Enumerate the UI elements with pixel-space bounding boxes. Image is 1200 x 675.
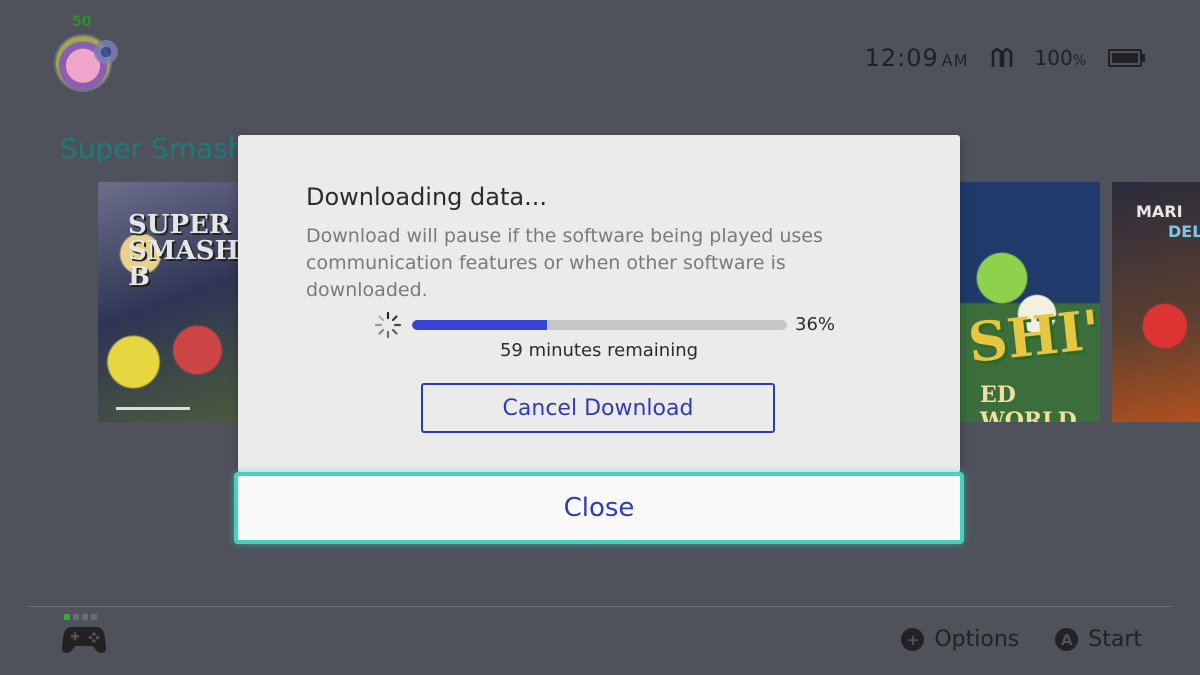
controller-icon xyxy=(62,627,106,653)
clock-ampm: AM xyxy=(941,51,969,70)
status-bar: 12:09 AM 100% xyxy=(865,44,1145,72)
tile-logo-line1: MARI xyxy=(1136,202,1183,221)
loading-spinner-icon xyxy=(374,311,402,339)
hint-options-label: Options xyxy=(934,627,1020,652)
notification-dot xyxy=(94,40,118,64)
progress-percent: 36% xyxy=(795,314,836,335)
player-indicator xyxy=(64,614,106,620)
battery-percent: 100% xyxy=(1035,46,1087,70)
game-tile-yoshi[interactable]: SHI'S ED WORLD xyxy=(960,182,1100,422)
player-dot xyxy=(91,614,97,620)
tile-logo-line1: SHI'S xyxy=(965,293,1100,375)
battery-value: 100 xyxy=(1034,46,1073,70)
download-progress-fill xyxy=(412,320,547,330)
button-hints: + Options A Start xyxy=(901,627,1142,652)
user-avatar-button[interactable]: 50 xyxy=(54,14,124,92)
game-tile-mario-kart[interactable]: MARI DEL xyxy=(1112,182,1200,422)
controller-status[interactable] xyxy=(62,614,106,658)
plus-button-icon: + xyxy=(901,628,925,651)
cancel-download-button[interactable]: Cancel Download xyxy=(421,383,775,433)
close-button[interactable]: Close xyxy=(234,472,964,544)
battery-icon xyxy=(1108,49,1145,67)
avatar-badge: 50 xyxy=(72,14,92,30)
hint-start[interactable]: A Start xyxy=(1055,627,1142,652)
tile-logo-line1: SUPER xyxy=(128,210,231,240)
dialog-message: Download will pause if the software bein… xyxy=(306,225,823,301)
game-tile-smash[interactable]: SUPER SMASH B xyxy=(98,182,240,422)
a-button-icon: A xyxy=(1055,628,1079,651)
play-progress-bar xyxy=(116,407,190,410)
dialog-title: Downloading data... xyxy=(306,183,547,211)
time-remaining: 59 minutes remaining xyxy=(499,340,699,361)
connection-icon xyxy=(991,48,1013,68)
tile-logo-line2: ED WORLD xyxy=(980,382,1077,422)
battery-percent-sign: % xyxy=(1072,53,1086,69)
footer-divider xyxy=(28,606,1172,607)
tile-logo: SUPER SMASH B xyxy=(128,212,240,290)
download-progress-bar xyxy=(412,320,787,330)
selected-game-title: Super Smash xyxy=(60,132,246,165)
download-dialog: Downloading data... Download will pause … xyxy=(238,135,960,473)
hint-options[interactable]: + Options xyxy=(901,627,1019,652)
player-dot xyxy=(82,614,88,620)
player-dot xyxy=(73,614,79,620)
player-dot xyxy=(64,614,70,620)
tile-logo-line2: SMASH B xyxy=(128,236,240,292)
hint-start-label: Start xyxy=(1088,627,1142,652)
clock-time: 12:09 xyxy=(864,44,939,72)
tile-logo-line2: DEL xyxy=(1168,222,1200,241)
clock: 12:09 AM xyxy=(865,44,969,72)
